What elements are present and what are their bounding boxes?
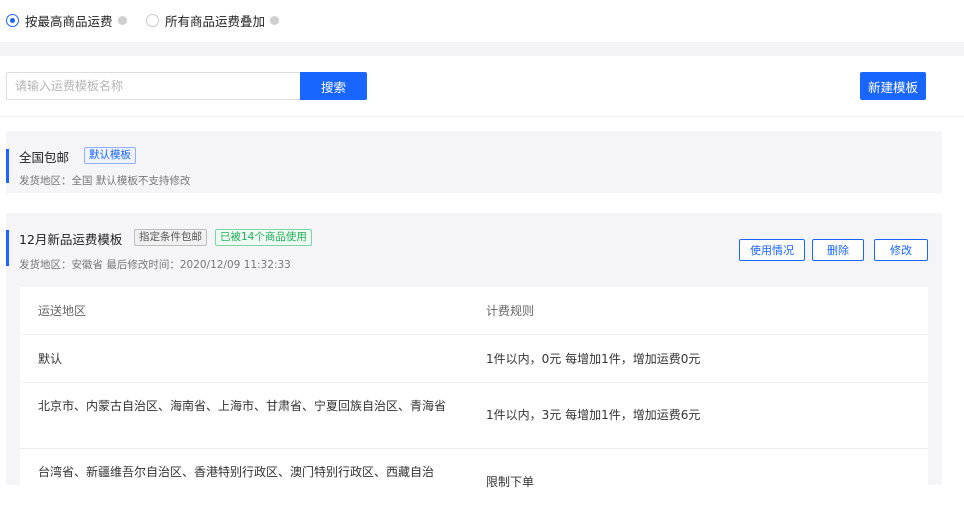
default-tag: 默认模板 xyxy=(84,147,136,164)
accent-bar xyxy=(6,230,9,266)
radio-checked-icon xyxy=(6,14,19,27)
column-header-region: 运送地区 xyxy=(38,304,87,318)
help-icon[interactable] xyxy=(270,16,280,25)
rule-cell: 限制下单 xyxy=(486,475,535,489)
table-row: 台湾省、新疆维吾尔自治区、香港特别行政区、澳门特别行政区、西藏自治 限制下单 xyxy=(20,449,928,519)
radio-label: 所有商品运费叠加 xyxy=(165,14,266,29)
template-card: 12月新品运费模板 指定条件包邮 已被14个商品使用 发货地区：安徽省 最后修改… xyxy=(6,213,942,519)
table-row: 默认 1件以内，0元 每增加1件，增加运费0元 xyxy=(20,335,928,383)
template-meta: 发货地区：全国 默认模板不支持修改 xyxy=(19,175,191,187)
divider xyxy=(0,116,964,117)
radio-highest-freight[interactable]: 按最高商品运费 xyxy=(6,11,127,30)
radio-label: 按最高商品运费 xyxy=(25,14,113,29)
help-icon[interactable] xyxy=(117,16,127,25)
section-divider xyxy=(0,42,964,56)
condition-tag: 指定条件包邮 xyxy=(134,229,207,246)
usage-tag: 已被14个商品使用 xyxy=(215,229,312,246)
template-name: 全国包邮 xyxy=(19,150,70,165)
delete-button[interactable]: 删除 xyxy=(812,239,864,261)
table-row: 北京市、内蒙古自治区、海南省、上海市、甘肃省、宁夏回族自治区、青海省 1件以内，… xyxy=(20,383,928,449)
table-header-row: 运送地区 计费规则 xyxy=(20,287,928,335)
shipping-mode-group: 按最高商品运费 所有商品运费叠加 xyxy=(0,0,964,40)
rule-cell: 1件以内，0元 每增加1件，增加运费0元 xyxy=(486,352,701,366)
template-name: 12月新品运费模板 xyxy=(19,232,123,247)
template-meta: 发货地区：安徽省 最后修改时间：2020/12/09 11:32:33 xyxy=(19,259,291,271)
usage-button[interactable]: 使用情况 xyxy=(739,239,805,261)
region-cell: 北京市、内蒙古自治区、海南省、上海市、甘肃省、宁夏回族自治区、青海省 xyxy=(38,399,447,413)
column-header-rule: 计费规则 xyxy=(486,304,535,318)
radio-sum-freight[interactable]: 所有商品运费叠加 xyxy=(146,11,280,30)
radio-unchecked-icon xyxy=(146,14,159,27)
edit-button[interactable]: 修改 xyxy=(874,239,928,261)
search-button[interactable]: 搜索 xyxy=(300,72,367,100)
region-cell: 台湾省、新疆维吾尔自治区、香港特别行政区、澳门特别行政区、西藏自治 xyxy=(38,465,435,479)
region-cell: 默认 xyxy=(38,352,63,366)
freight-rules-table: 运送地区 计费规则 默认 1件以内，0元 每增加1件，增加运费0元 北京市、内蒙… xyxy=(20,287,928,519)
search-input[interactable] xyxy=(6,72,300,100)
new-template-button[interactable]: 新建模板 xyxy=(860,72,926,100)
template-card-default: 全国包邮 默认模板 发货地区：全国 默认模板不支持修改 xyxy=(6,131,942,193)
accent-bar xyxy=(6,149,9,183)
rule-cell: 1件以内，3元 每增加1件，增加运费6元 xyxy=(486,408,701,422)
